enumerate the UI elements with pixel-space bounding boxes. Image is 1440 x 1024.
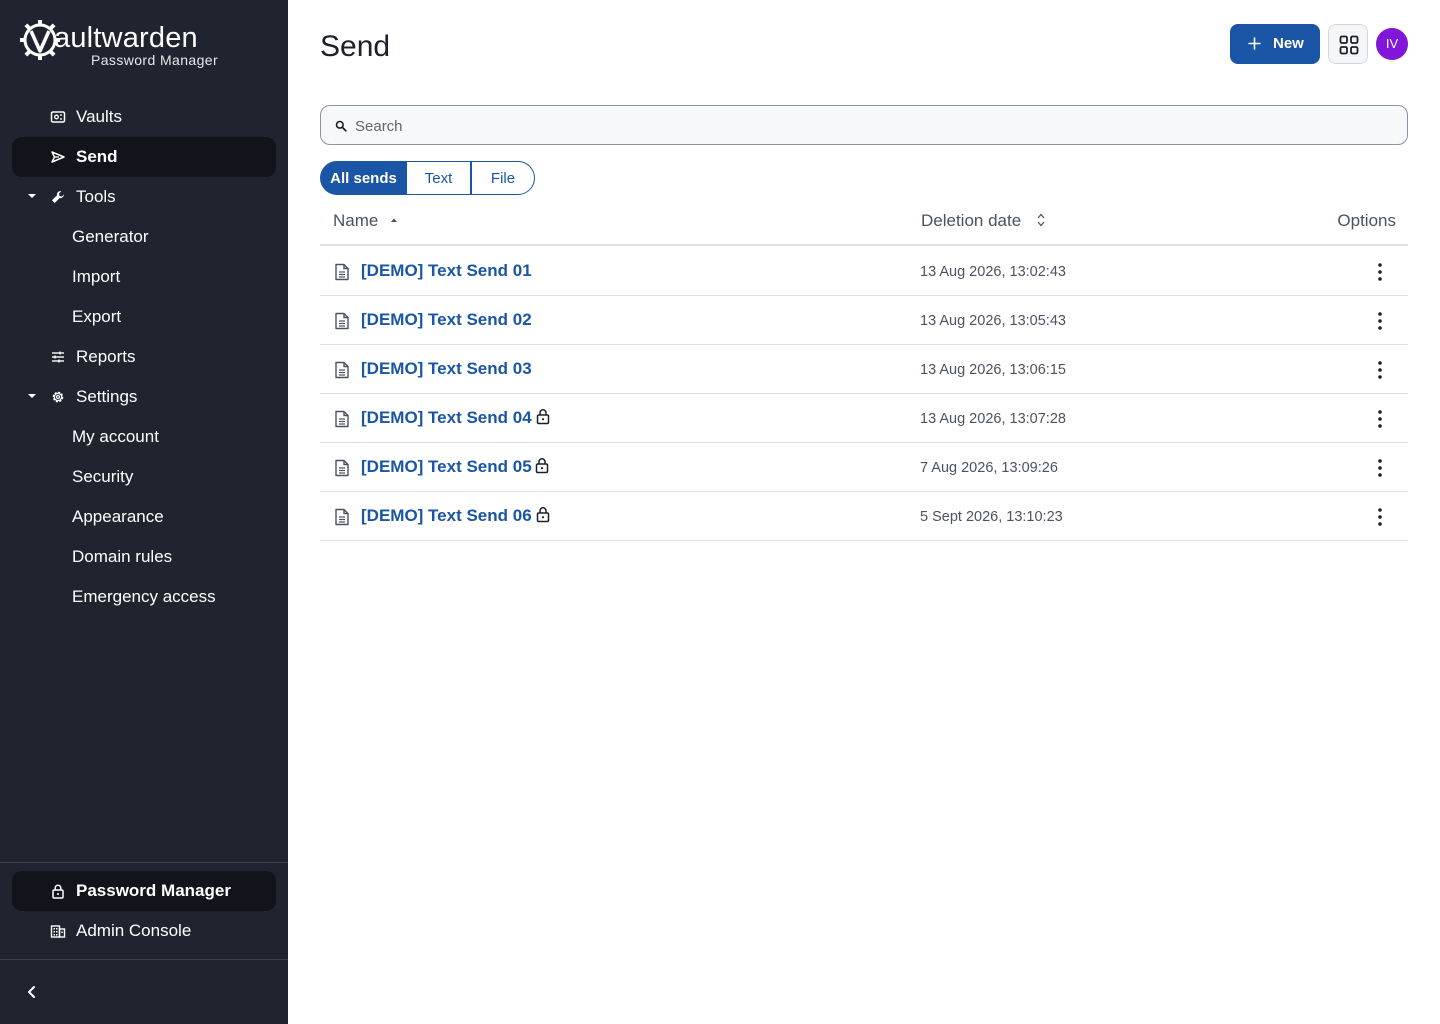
- sidebar-divider: [0, 862, 288, 863]
- more-options-icon[interactable]: [1368, 260, 1392, 284]
- sidebar-item-label: Settings: [76, 387, 138, 406]
- sidebar-divider: [0, 959, 288, 960]
- send-name-link[interactable]: [DEMO] Text Send 03: [361, 359, 532, 379]
- sidebar-item-label: Generator: [72, 227, 149, 246]
- column-header-name[interactable]: Name: [333, 211, 378, 231]
- more-options-icon[interactable]: [1368, 309, 1392, 333]
- send-name-link[interactable]: [DEMO] Text Send 06: [361, 506, 532, 526]
- password-protected-lock-icon: [535, 458, 549, 474]
- deletion-date: 13 Aug 2026, 13:06:15: [920, 362, 1066, 378]
- wrench-icon: [52, 190, 65, 203]
- page-title: Send: [320, 30, 391, 63]
- sidebar-item-export[interactable]: Export: [12, 297, 276, 337]
- caret-down-icon[interactable]: [27, 391, 37, 401]
- send-type-filter: All sends Text File: [320, 161, 535, 195]
- sidebar-item-security[interactable]: Security: [12, 457, 276, 497]
- sidebar-item-vaults[interactable]: Vaults: [12, 97, 276, 137]
- text-file-icon: [335, 410, 349, 428]
- caret-down-icon[interactable]: [27, 191, 37, 201]
- table-row: [DEMO] Text Send 01 13 Aug 2026, 13:02:43: [320, 247, 1408, 296]
- avatar[interactable]: IV: [1376, 28, 1408, 60]
- sidebar-item-label: Export: [72, 307, 122, 326]
- text-file-icon: [335, 508, 349, 526]
- sidebar-item-domain-rules[interactable]: Domain rules: [12, 537, 276, 577]
- sidebar-item-label: Domain rules: [72, 547, 173, 566]
- deletion-date: 13 Aug 2026, 13:05:43: [920, 313, 1066, 329]
- send-icon: [51, 151, 65, 163]
- filter-file[interactable]: File: [471, 161, 535, 195]
- sidebar-item-tools[interactable]: Tools: [12, 177, 276, 217]
- sidebar-item-send[interactable]: Send: [12, 137, 276, 177]
- sidebar-item-emergency-access[interactable]: Emergency access: [12, 577, 276, 617]
- product-label: Admin Console: [76, 921, 192, 940]
- sidebar-item-label: Import: [72, 267, 121, 286]
- deletion-date: 7 Aug 2026, 13:09:26: [920, 460, 1058, 476]
- deletion-date: 5 Sept 2026, 13:10:23: [920, 509, 1063, 525]
- text-file-icon: [335, 263, 349, 281]
- table-row: [DEMO] Text Send 06 5 Sept 2026, 13:10:23: [320, 492, 1408, 541]
- deletion-date: 13 Aug 2026, 13:02:43: [920, 264, 1066, 280]
- product-switcher-admin-console[interactable]: Admin Console: [12, 911, 276, 951]
- table-header: Name Deletion date Options: [320, 200, 1408, 246]
- password-protected-lock-icon: [536, 507, 550, 523]
- text-file-icon: [335, 361, 349, 379]
- send-name-link[interactable]: [DEMO] Text Send 01: [361, 261, 532, 281]
- product-label: Password Manager: [76, 881, 231, 900]
- deletion-date: 13 Aug 2026, 13:07:28: [920, 411, 1066, 427]
- column-header-deletion-date[interactable]: Deletion date: [921, 211, 1021, 231]
- text-file-icon: [335, 312, 349, 330]
- more-options-icon[interactable]: [1368, 505, 1392, 529]
- new-button-label: New: [1273, 35, 1304, 52]
- sidebar-item-label: Send: [76, 147, 118, 166]
- table-row: [DEMO] Text Send 04 13 Aug 2026, 13:07:28: [320, 394, 1408, 443]
- sidebar-item-reports[interactable]: Reports: [12, 337, 276, 377]
- send-name-link[interactable]: [DEMO] Text Send 05: [361, 457, 532, 477]
- filter-all-sends[interactable]: All sends: [320, 161, 407, 195]
- sidebar-item-label: My account: [72, 427, 159, 446]
- sliders-icon: [52, 351, 64, 363]
- product-switcher-button[interactable]: [1328, 24, 1368, 64]
- search-icon: [335, 120, 347, 132]
- sidebar-item-my-account[interactable]: My account: [12, 417, 276, 457]
- lock-icon: [52, 884, 64, 899]
- send-name-link[interactable]: [DEMO] Text Send 02: [361, 310, 532, 330]
- table-row: [DEMO] Text Send 03 13 Aug 2026, 13:06:15: [320, 345, 1408, 394]
- table-row: [DEMO] Text Send 02 13 Aug 2026, 13:05:43: [320, 296, 1408, 345]
- password-protected-lock-icon: [536, 409, 550, 425]
- sidebar-item-label: Vaults: [76, 107, 122, 126]
- sidebar-item-label: Reports: [76, 347, 136, 366]
- filter-text[interactable]: Text: [407, 161, 471, 195]
- sidebar-item-label: Security: [72, 467, 134, 486]
- sidebar-item-appearance[interactable]: Appearance: [12, 497, 276, 537]
- plus-icon: [1248, 37, 1261, 50]
- sidebar-item-settings[interactable]: Settings: [12, 377, 276, 417]
- sidebar-item-label: Appearance: [72, 507, 164, 526]
- logo-wordmark: Vaultwarden: [54, 22, 198, 54]
- grid-icon: [1339, 35, 1359, 55]
- sort-icon: [1037, 213, 1045, 227]
- sidebar-item-generator[interactable]: Generator: [12, 217, 276, 257]
- text-file-icon: [335, 459, 349, 477]
- search-input[interactable]: [355, 114, 1395, 138]
- vault-icon: [50, 111, 66, 123]
- search-box: [320, 105, 1408, 145]
- logo-subtitle: Password Manager: [91, 52, 219, 68]
- column-header-options: Options: [1337, 211, 1396, 230]
- building-icon: [50, 925, 66, 938]
- more-options-icon[interactable]: [1368, 456, 1392, 480]
- send-name-link[interactable]: [DEMO] Text Send 04: [361, 408, 532, 428]
- sidebar-item-label: Emergency access: [72, 587, 216, 606]
- table-row: [DEMO] Text Send 05 7 Aug 2026, 13:09:26: [320, 443, 1408, 492]
- sidebar-item-label: Tools: [76, 187, 116, 206]
- more-options-icon[interactable]: [1368, 407, 1392, 431]
- sidebar: Vaultwarden Password Manager Vaults Send…: [0, 0, 288, 1024]
- sidebar-item-import[interactable]: Import: [12, 257, 276, 297]
- product-switcher-password-manager[interactable]: Password Manager: [12, 871, 276, 911]
- new-send-button[interactable]: New: [1230, 24, 1320, 64]
- vaultwarden-logo[interactable]: Vaultwarden Password Manager: [20, 18, 220, 70]
- more-options-icon[interactable]: [1368, 358, 1392, 382]
- collapse-sidebar-icon[interactable]: [20, 980, 44, 1004]
- gear-icon: [52, 391, 64, 403]
- sort-ascending-icon: [391, 218, 397, 222]
